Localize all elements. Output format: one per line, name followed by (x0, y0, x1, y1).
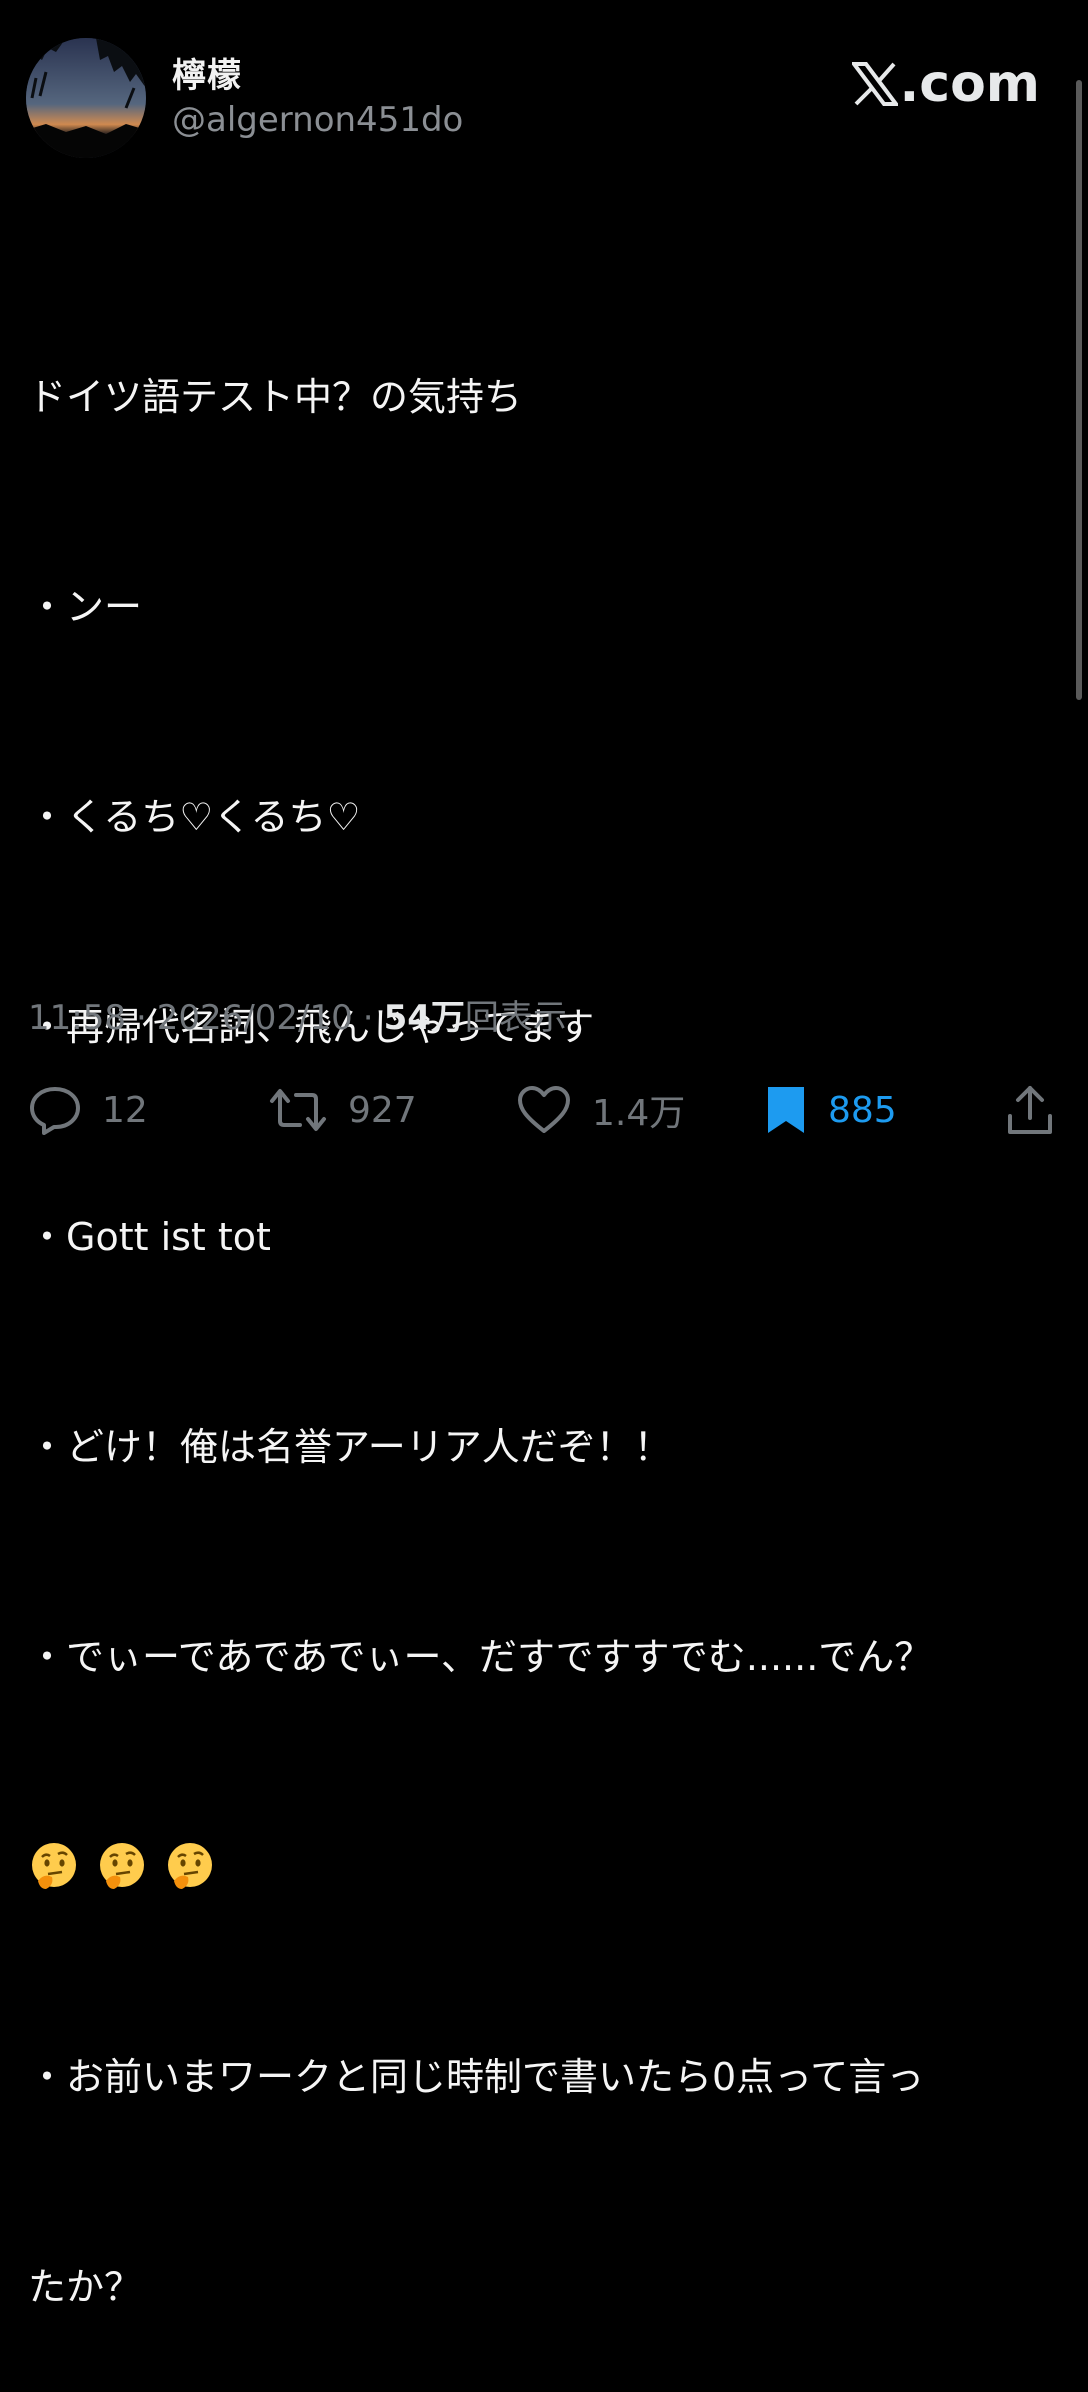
meta-separator: · (362, 998, 374, 1038)
tweet-date[interactable]: 2026/02/10 (157, 998, 353, 1038)
tweet-line: ・どけ！俺は名誉アーリア人だぞ！！ (28, 1425, 672, 1469)
reply-count: 12 (102, 1089, 148, 1131)
thinking-face-emoji (32, 1843, 76, 1889)
share-icon (1008, 1086, 1052, 1134)
heart-icon (518, 1086, 570, 1133)
tweet-line: ・くるち♡くるち♡ (28, 795, 361, 839)
reply-icon (30, 1087, 80, 1135)
tweet-line: ・ンー (28, 585, 143, 629)
thinking-face-emoji (168, 1843, 212, 1889)
retweet-icon (270, 1089, 326, 1131)
tweet-line: ・でぃーであであでぃー、だすですすでむ......でん？ (28, 1635, 933, 1679)
bookmark-count: 885 (828, 1089, 897, 1131)
tweet-time[interactable]: 11:58 (28, 998, 126, 1038)
author-handle[interactable]: @algernon451do (172, 100, 463, 140)
tweet-line: ・お前いまワークと同じ時制で書いたら0点って言っ (28, 2055, 925, 2099)
thinking-face-emoji (100, 1843, 144, 1889)
like-count: 1.4万 (592, 1093, 686, 1134)
tweet-line: たか？ (28, 2265, 143, 2309)
retweet-button[interactable]: 927 (268, 1078, 417, 1142)
share-button[interactable] (1004, 1078, 1076, 1142)
views-label: 回表示 (464, 998, 567, 1038)
meta-separator: · (135, 998, 147, 1038)
bookmark-button[interactable]: 885 (764, 1078, 897, 1142)
reply-button[interactable]: 12 (28, 1078, 148, 1142)
x-logo-icon (851, 62, 898, 106)
brand-label: .com (899, 54, 1041, 114)
like-button[interactable]: 1.4万 (516, 1078, 685, 1142)
action-bar: 12 927 1.4万 885 (0, 1078, 1088, 1142)
tweet-text: ドイツ語テスト中？の気持ち ・ンー ・くるち♡くるち♡ ・再帰代名詞、飛んじゃっ… (28, 222, 1058, 2392)
author-display-name[interactable]: 檸檬 (172, 48, 242, 97)
bookmark-icon (768, 1087, 804, 1133)
retweet-count: 927 (348, 1089, 417, 1131)
avatar-image (26, 38, 146, 158)
tweet-line: ドイツ語テスト中？の気持ち (28, 375, 523, 419)
scrollbar[interactable] (1076, 80, 1082, 700)
emoji-row (28, 1832, 1058, 1902)
views-count: 54万 (383, 998, 465, 1038)
tweet-line: ・Gott ist tot (28, 1215, 271, 1259)
avatar[interactable] (26, 38, 146, 158)
brand-watermark: .com (851, 54, 1041, 114)
tweet-meta: 11:58 · 2026/02/10 · 54万 回表示 (28, 990, 567, 1039)
